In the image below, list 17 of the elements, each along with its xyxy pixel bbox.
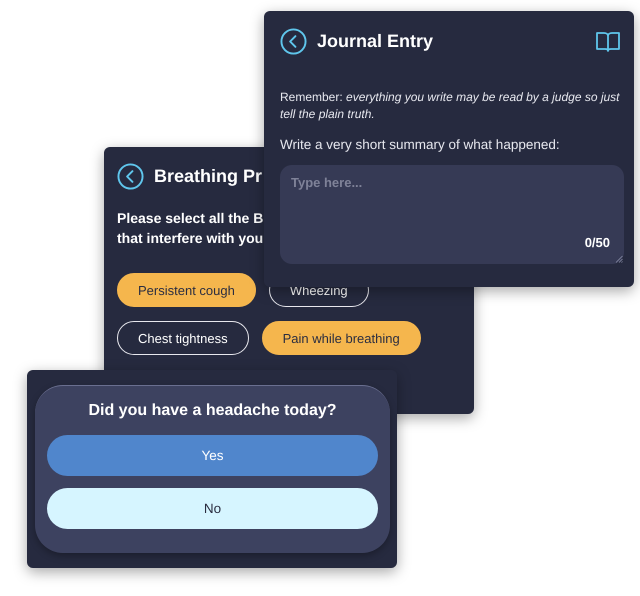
- symptom-chip[interactable]: Persistent cough: [117, 273, 256, 307]
- question-text: Please select all the B: [117, 209, 264, 228]
- card-title: Journal Entry: [317, 31, 434, 52]
- character-counter: 0/50: [584, 235, 610, 250]
- back-icon[interactable]: [280, 28, 307, 55]
- reminder-text: Remember: everything you write may be read by a judge so just tell the plain truth.: [280, 89, 621, 123]
- resize-grip-icon[interactable]: [615, 255, 623, 263]
- question-text: that interfere with you: [117, 229, 264, 248]
- question-text: Did you have a headache today?: [88, 402, 337, 420]
- card-title: Breathing Pr: [154, 166, 262, 187]
- prompt-text: Write a very short summary of what happened:: [280, 137, 561, 152]
- symptom-chip[interactable]: Pain while breathing: [262, 321, 421, 355]
- book-icon[interactable]: [596, 30, 620, 52]
- answer-button[interactable]: Yes: [47, 435, 378, 476]
- answer-button[interactable]: No: [47, 488, 378, 529]
- back-icon[interactable]: [117, 163, 144, 190]
- symptom-chip[interactable]: Chest tightness: [117, 321, 249, 355]
